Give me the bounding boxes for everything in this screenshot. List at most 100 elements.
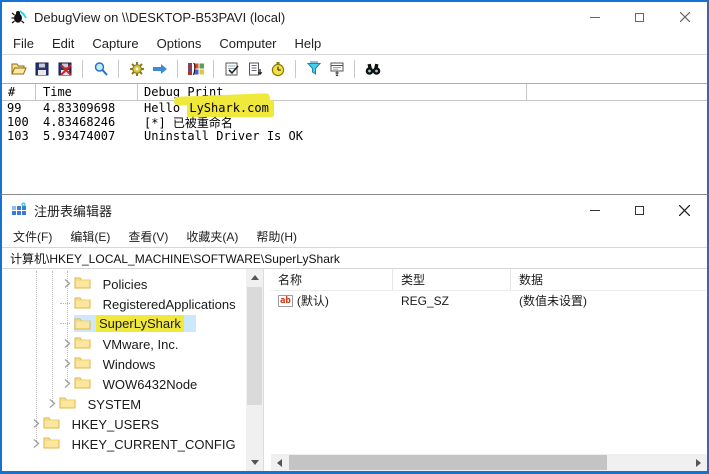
toolbar-separator bbox=[213, 60, 214, 78]
capture-global-win32-icon bbox=[187, 62, 204, 76]
expand-chevron-icon[interactable] bbox=[29, 413, 43, 433]
value-type: REG_SZ bbox=[401, 293, 450, 308]
close-icon bbox=[679, 204, 690, 216]
capture-kernel-button[interactable] bbox=[125, 57, 148, 81]
passthrough-button[interactable] bbox=[148, 57, 171, 81]
debugview-toolbar bbox=[2, 54, 707, 84]
debug-row-message: Uninstall Driver Is OK bbox=[144, 129, 303, 143]
history-depth-button[interactable] bbox=[325, 57, 348, 81]
close-icon bbox=[679, 12, 690, 22]
menu-favorites-cn[interactable]: 收藏夹(A) bbox=[177, 228, 247, 245]
menu-help-cn[interactable]: 帮助(H) bbox=[247, 228, 306, 245]
capture-global-win32-button[interactable] bbox=[184, 57, 207, 81]
expand-chevron-icon[interactable] bbox=[60, 373, 74, 393]
tree-item[interactable]: SYSTEM bbox=[2, 393, 263, 413]
maximize-icon bbox=[635, 205, 644, 215]
debugview-close-button[interactable] bbox=[662, 2, 707, 32]
save-icon bbox=[35, 62, 48, 76]
history-depth-icon bbox=[330, 62, 343, 76]
column-header-time[interactable]: Time bbox=[36, 84, 138, 100]
column-header-name[interactable]: 名称 bbox=[271, 269, 393, 290]
debug-row-num: 100 bbox=[7, 115, 29, 129]
find-icon bbox=[365, 63, 380, 75]
column-header-debugprint[interactable]: Debug Print bbox=[138, 84, 527, 100]
values-horizontal-scrollbar[interactable] bbox=[271, 454, 707, 471]
scroll-left-button[interactable] bbox=[271, 454, 288, 471]
registry-address-bar[interactable]: 计算机\HKEY_LOCAL_MACHINE\SOFTWARE\SuperLyS… bbox=[2, 247, 707, 269]
value-data: (数值未设置) bbox=[519, 294, 587, 308]
tree-item[interactable]: Policies bbox=[2, 273, 263, 293]
tree-item[interactable]: HKEY_CURRENT_CONFIG bbox=[2, 433, 263, 453]
debug-output-list: # Time Debug Print 99 4.83309698 Hello L… bbox=[2, 84, 707, 194]
tree-item[interactable]: Windows bbox=[2, 353, 263, 373]
clock-icon bbox=[271, 62, 284, 77]
capture-events-icon bbox=[225, 62, 239, 76]
menu-edit-cn[interactable]: 编辑(E) bbox=[61, 228, 119, 245]
debug-row[interactable]: 103 5.93474007 Uninstall Driver Is OK bbox=[2, 129, 707, 143]
capture-win32-icon bbox=[94, 62, 108, 76]
tree-item[interactable]: WOW6432Node bbox=[2, 373, 263, 393]
expand-chevron-icon[interactable] bbox=[60, 333, 74, 353]
folder-icon bbox=[74, 277, 91, 288]
debug-row[interactable]: 100 4.83468246 [*] 已被重命名 bbox=[2, 115, 707, 130]
capture-win32-button[interactable] bbox=[89, 57, 112, 81]
menu-capture[interactable]: Capture bbox=[83, 36, 147, 51]
clock-button[interactable] bbox=[266, 57, 289, 81]
find-button[interactable] bbox=[361, 57, 384, 81]
expand-chevron-icon[interactable] bbox=[29, 433, 43, 453]
value-name: (默认) bbox=[296, 294, 329, 308]
expand-chevron-icon[interactable] bbox=[60, 273, 74, 293]
scroll-down-button[interactable] bbox=[246, 454, 263, 471]
folder-icon bbox=[43, 417, 60, 428]
regedit-title: 注册表编辑器 bbox=[34, 203, 113, 219]
column-header-data[interactable]: 数据 bbox=[511, 269, 707, 290]
save-button[interactable] bbox=[30, 57, 53, 81]
menu-edit[interactable]: Edit bbox=[43, 36, 83, 51]
scroll-right-button[interactable] bbox=[690, 454, 707, 471]
tree-item[interactable]: RegisteredApplications bbox=[2, 293, 263, 313]
menu-file[interactable]: File bbox=[4, 36, 43, 51]
value-row[interactable]: ab (默认) REG_SZ (数值未设置) bbox=[271, 291, 707, 310]
debug-row[interactable]: 99 4.83309698 Hello LyShark.com bbox=[2, 100, 707, 117]
tree-connector-stub bbox=[60, 322, 70, 324]
debugview-minimize-button[interactable] bbox=[572, 2, 617, 32]
expand-chevron-icon[interactable] bbox=[60, 353, 74, 373]
expand-chevron-icon[interactable] bbox=[45, 393, 59, 413]
tree-item-body: VMware, Inc. bbox=[74, 335, 181, 352]
debug-list-header: # Time Debug Print bbox=[2, 84, 707, 101]
autoscroll-button[interactable] bbox=[243, 57, 266, 81]
regedit-minimize-button[interactable] bbox=[572, 195, 617, 225]
tree-vertical-scrollbar[interactable] bbox=[246, 269, 263, 471]
save-log-button[interactable] bbox=[53, 57, 76, 81]
scroll-up-button[interactable] bbox=[246, 269, 263, 286]
tree-item-label: SYSTEM bbox=[87, 396, 142, 412]
up-arrow-icon bbox=[250, 275, 259, 280]
capture-kernel-icon bbox=[129, 62, 144, 76]
filter-highlight-button[interactable] bbox=[302, 57, 325, 81]
toolbar-separator bbox=[295, 60, 296, 78]
toolbar-separator bbox=[82, 60, 83, 78]
tree-item[interactable]: SuperLyShark bbox=[2, 313, 263, 333]
menu-help[interactable]: Help bbox=[286, 36, 331, 51]
tree-connector-stub bbox=[60, 302, 70, 304]
tree-item-body: WOW6432Node bbox=[74, 375, 200, 392]
column-header-num[interactable]: # bbox=[2, 84, 36, 100]
tree-item[interactable]: HKEY_USERS bbox=[2, 413, 263, 433]
debugview-maximize-button[interactable] bbox=[617, 2, 662, 32]
menu-computer[interactable]: Computer bbox=[210, 36, 285, 51]
open-button[interactable] bbox=[7, 57, 30, 81]
regedit-titlebar: 注册表编辑器 bbox=[2, 195, 707, 225]
debugview-app-icon bbox=[11, 10, 27, 24]
capture-events-button[interactable] bbox=[220, 57, 243, 81]
regedit-close-button[interactable] bbox=[662, 195, 707, 225]
scrollbar-thumb[interactable] bbox=[247, 287, 262, 405]
tree-item-body: HKEY_USERS bbox=[43, 415, 162, 432]
tree-item[interactable]: VMware, Inc. bbox=[2, 333, 263, 353]
scrollbar-thumb[interactable] bbox=[289, 455, 607, 470]
menu-view-cn[interactable]: 查看(V) bbox=[119, 228, 177, 245]
menu-file-cn[interactable]: 文件(F) bbox=[4, 228, 61, 245]
regedit-menubar: 文件(F) 编辑(E) 查看(V) 收藏夹(A) 帮助(H) bbox=[2, 225, 707, 247]
regedit-maximize-button[interactable] bbox=[617, 195, 662, 225]
column-header-type[interactable]: 类型 bbox=[393, 269, 511, 290]
menu-options[interactable]: Options bbox=[148, 36, 211, 51]
